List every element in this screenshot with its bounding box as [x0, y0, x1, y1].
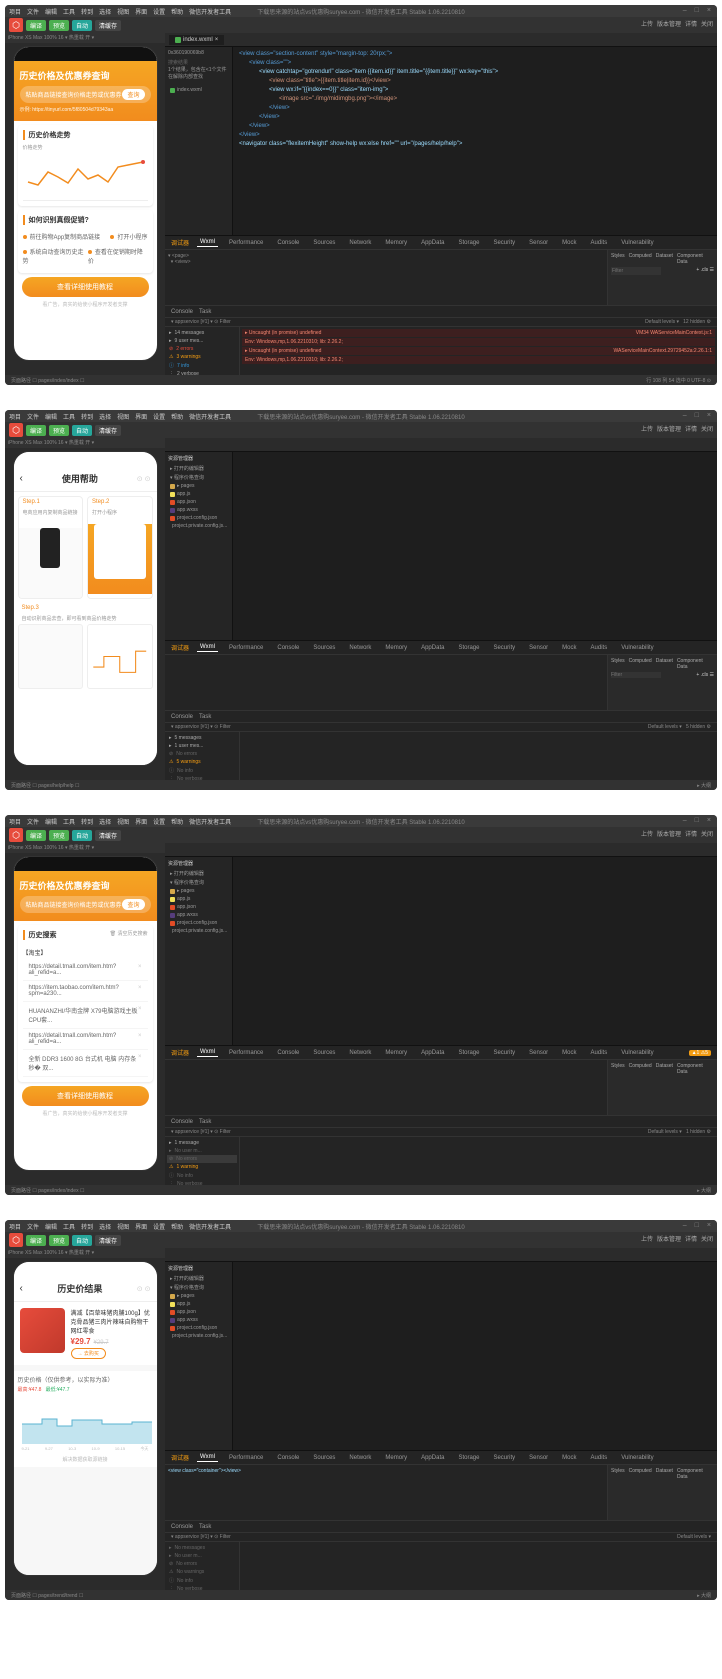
- product-image: [20, 1308, 65, 1353]
- back-icon[interactable]: ‹: [20, 473, 23, 484]
- preview-button[interactable]: 预览: [49, 20, 69, 31]
- console-sidebar[interactable]: ▸14 messages ▸9 user mes... ⊘2 errors ⚠3…: [165, 327, 240, 375]
- wechat-logo-icon: ⬡: [9, 18, 23, 32]
- step1-image: [19, 528, 83, 598]
- console-output: ▸ Uncaught (in promise) undefinedVM34 WA…: [240, 327, 717, 375]
- history-item[interactable]: https://detail.tmall.com/item.htm?ali_re…: [23, 960, 148, 981]
- ide-window-4: 下载思来源的站点vs优惠购suryee.com - 微信开发者工具 Stable…: [5, 1220, 717, 1600]
- phone-frame: 历史价格及优惠券查询 粘贴商品链接查询价格走势或优惠券 查询 示例: https…: [13, 46, 158, 361]
- app-title: 下载思来源的站点vs优惠购suryee.com - 微信开发者工具 Stable…: [257, 7, 464, 16]
- ide-window-2: 下载思来源的站点vs优惠购suryee.com - 微信开发者工具 Stable…: [5, 410, 717, 790]
- compile-button[interactable]: 编译: [26, 20, 46, 31]
- buy-button[interactable]: → 去购买: [71, 1348, 106, 1359]
- step2-image: [88, 524, 152, 594]
- step3-product: [18, 624, 84, 689]
- file-explorer[interactable]: 资源管理器 ▸ 打开的编辑器 ▾ 程序价格查询 ▸ pages app.js a…: [165, 452, 233, 640]
- search-button[interactable]: 查询: [122, 89, 144, 100]
- file-tab: index.wxml ×: [169, 35, 224, 45]
- styles-filter[interactable]: [611, 267, 661, 275]
- devtools-panel: 调试器 Wxml Performance Console Sources Net…: [165, 235, 717, 375]
- styles-tabs[interactable]: StylesComputedDatasetComponent Data: [611, 253, 714, 265]
- tips-title: 如何识别真假促销?: [23, 215, 148, 225]
- page-title: 历史价格及优惠券查询: [20, 69, 151, 82]
- window-controls[interactable]: –□×: [683, 7, 711, 14]
- price-chart: [23, 151, 148, 201]
- ide-window-3: 下载思来源的站点vs优惠购suryee.com - 微信开发者工具 Stable…: [5, 815, 717, 1195]
- search-input[interactable]: 粘贴商品链接查询价格走势或优惠券 查询: [20, 86, 151, 103]
- tree-item: ▸ 打开的编辑器: [168, 464, 229, 473]
- console-tabs[interactable]: ConsoleTask: [165, 306, 717, 318]
- wechat-logo-icon: ⬡: [9, 423, 23, 437]
- product-name: 满减【百草味猪肉脯100g】优克骨品猪三肉片辣味自购物干网红零食: [71, 1308, 151, 1335]
- search-panel: 0x360190069b8 搜索结果 1个结果，包含在<1个文件 在解除内部查找…: [165, 47, 233, 235]
- toolbar: ⬡ 编译 预览 自动 清缓存 上传 版本管理 详情 关闭: [5, 17, 717, 33]
- code-editor[interactable]: <view class="section-content" style="mar…: [233, 47, 717, 235]
- delete-icon[interactable]: ×: [138, 964, 142, 976]
- menu-icon[interactable]: ⊙ ⊙: [137, 475, 151, 483]
- simulator-header[interactable]: iPhone XS Max 100% 16 ▾ 热重载 开 ▾: [5, 33, 165, 43]
- price-history-chart: 9-219-2710-310-910-15今天: [22, 1397, 149, 1452]
- auto-button[interactable]: 自动: [72, 20, 92, 31]
- product-price: ¥29.7: [71, 1337, 91, 1346]
- chart-card-title: 历史价格走势: [23, 130, 148, 140]
- clear-history[interactable]: 🗑 清空历史搜索: [110, 930, 148, 944]
- ide-window-1: 下载思来源的站点vs优惠购suryee.com - 微信开发者工具 Stable…: [5, 5, 717, 385]
- tutorial-button[interactable]: 查看详细使用教程: [22, 277, 149, 297]
- editor-tabs[interactable]: index.wxml ×: [165, 33, 717, 47]
- devtools-tabs[interactable]: 调试器 Wxml Performance Console Sources Net…: [165, 236, 717, 250]
- step3-chart: [87, 624, 153, 689]
- status-bar: 页面路径 ☐ pages/index/index ☐ 行 108 列 54 选中…: [5, 375, 717, 385]
- simulator-panel: iPhone XS Max 100% 16 ▾ 热重载 开 ▾ 历史价格及优惠券…: [5, 33, 165, 375]
- page-title: 使用帮助: [62, 472, 98, 485]
- wxml-tree[interactable]: ▾ <page> ▾ <view>: [165, 250, 607, 305]
- clear-button[interactable]: 清缓存: [95, 20, 121, 31]
